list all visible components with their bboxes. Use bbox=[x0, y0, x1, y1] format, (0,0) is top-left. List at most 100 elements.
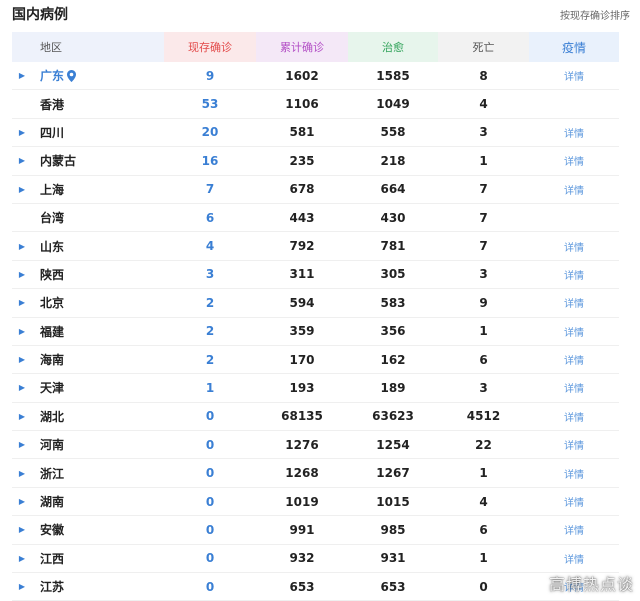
sort-by-current-link[interactable]: 按现存确诊排序 bbox=[560, 7, 630, 22]
current-cell: 2 bbox=[205, 324, 215, 339]
table-row[interactable]: ▶ 湖北 0 68135 63623 4512 详情 bbox=[12, 403, 619, 432]
current-cell: 6 bbox=[205, 210, 215, 225]
confirmed-cell: 581 bbox=[289, 125, 315, 140]
expand-arrow-icon[interactable]: ▶ bbox=[12, 355, 32, 364]
detail-link[interactable]: 详情 bbox=[564, 380, 584, 395]
col-header-region[interactable]: 地区 bbox=[12, 32, 164, 62]
expand-arrow-icon[interactable]: ▶ bbox=[12, 497, 32, 506]
expand-arrow-icon[interactable]: ▶ bbox=[12, 71, 32, 80]
expand-arrow-icon[interactable]: ▶ bbox=[12, 440, 32, 449]
confirmed-cell: 932 bbox=[289, 551, 315, 566]
table-row[interactable]: ▶ 内蒙古 16 235 218 1 详情 bbox=[12, 147, 619, 176]
expand-arrow-icon[interactable]: ▶ bbox=[12, 298, 32, 307]
detail-link[interactable]: 详情 bbox=[564, 466, 584, 481]
table-row[interactable]: ▶ 北京 2 594 583 9 详情 bbox=[12, 289, 619, 318]
dead-cell: 1 bbox=[479, 153, 488, 168]
expand-arrow-icon[interactable]: ▶ bbox=[12, 582, 32, 591]
expand-arrow-icon[interactable]: ▶ bbox=[12, 128, 32, 137]
expand-arrow-icon[interactable]: ▶ bbox=[12, 554, 32, 563]
region-cell: ▶ 山东 bbox=[12, 232, 164, 259]
table-row[interactable]: ▶ 安徽 0 991 985 6 详情 bbox=[12, 516, 619, 545]
col-header-dead[interactable]: 死亡 bbox=[438, 32, 529, 62]
table-row[interactable]: ▶ 海南 2 170 162 6 详情 bbox=[12, 346, 619, 375]
dead-cell: 7 bbox=[479, 210, 488, 225]
detail-link[interactable]: 详情 bbox=[564, 409, 584, 424]
region-name: 内蒙古 bbox=[40, 154, 77, 169]
region-name: 安徽 bbox=[40, 523, 65, 538]
col-header-detail: 疫情 bbox=[529, 32, 619, 62]
detail-link[interactable]: 详情 bbox=[564, 352, 584, 367]
col-header-confirmed[interactable]: 累计确诊 bbox=[256, 32, 348, 62]
region-name: 台湾 bbox=[40, 211, 65, 226]
detail-link[interactable]: 详情 bbox=[564, 522, 584, 537]
table-row[interactable]: ▶ 江苏 0 653 653 0 详情 bbox=[12, 573, 619, 601]
col-header-cured[interactable]: 治愈 bbox=[348, 32, 438, 62]
region-name: 广东 bbox=[40, 69, 65, 84]
current-cell: 0 bbox=[205, 522, 215, 537]
detail-link[interactable]: 详情 bbox=[564, 324, 584, 339]
region-name: 香港 bbox=[40, 97, 65, 112]
expand-arrow-icon[interactable]: ▶ bbox=[12, 525, 32, 534]
current-cell: 3 bbox=[205, 267, 215, 282]
detail-cell: 详情 bbox=[529, 62, 619, 89]
confirmed-cell: 653 bbox=[289, 579, 315, 594]
table-row[interactable]: ▶ 天津 1 193 189 3 详情 bbox=[12, 374, 619, 403]
detail-cell: 详情 bbox=[529, 403, 619, 430]
confirmed-cell: 170 bbox=[289, 352, 315, 367]
detail-link[interactable]: 详情 bbox=[564, 267, 584, 282]
expand-arrow-icon[interactable]: ▶ bbox=[12, 185, 32, 194]
confirmed-cell: 1019 bbox=[285, 494, 319, 509]
detail-link[interactable]: 详情 bbox=[564, 153, 584, 168]
region-name: 浙江 bbox=[40, 466, 65, 481]
dead-cell: 7 bbox=[479, 239, 488, 254]
expand-arrow-icon[interactable]: ▶ bbox=[12, 469, 32, 478]
table-row[interactable]: ▶ 上海 7 678 664 7 详情 bbox=[12, 176, 619, 204]
table-row[interactable]: ▶ 浙江 0 1268 1267 1 详情 bbox=[12, 459, 619, 488]
current-cell: 2 bbox=[205, 352, 215, 367]
expand-arrow-icon[interactable]: ▶ bbox=[12, 383, 32, 392]
table-row[interactable]: ▶ 河南 0 1276 1254 22 详情 bbox=[12, 431, 619, 460]
expand-arrow-icon[interactable]: ▶ bbox=[12, 327, 32, 336]
dead-cell: 3 bbox=[479, 125, 488, 140]
table-row[interactable]: ▶ 广东 9 1602 1585 8 详情 bbox=[12, 62, 619, 91]
table-row[interactable]: ▶ 福建 2 359 356 1 详情 bbox=[12, 318, 619, 346]
detail-link[interactable]: 详情 bbox=[564, 551, 584, 566]
detail-link[interactable]: 详情 bbox=[564, 494, 584, 509]
table-row[interactable]: ▶ 江西 0 932 931 1 详情 bbox=[12, 545, 619, 574]
expand-arrow-icon[interactable]: ▶ bbox=[12, 270, 32, 279]
detail-link[interactable]: 详情 bbox=[564, 68, 584, 83]
table-row[interactable]: ▶ 四川 20 581 558 3 详情 bbox=[12, 119, 619, 148]
dead-cell: 8 bbox=[479, 68, 488, 83]
detail-cell: 详情 bbox=[529, 488, 619, 515]
detail-link[interactable]: 详情 bbox=[564, 295, 584, 310]
expand-arrow-icon[interactable]: ▶ bbox=[12, 242, 32, 251]
detail-link[interactable]: 详情 bbox=[564, 182, 584, 197]
cured-cell: 985 bbox=[380, 522, 406, 537]
dead-cell: 1 bbox=[479, 466, 488, 481]
current-cell: 20 bbox=[201, 125, 219, 140]
expand-arrow-icon[interactable]: ▶ bbox=[12, 156, 32, 165]
region-cell: ▶ 天津 bbox=[12, 374, 164, 401]
cured-cell: 430 bbox=[380, 210, 406, 225]
detail-link[interactable]: 详情 bbox=[564, 239, 584, 254]
cured-cell: 305 bbox=[380, 267, 406, 282]
table-row[interactable]: ▶ 山东 4 792 781 7 详情 bbox=[12, 232, 619, 261]
cured-cell: 664 bbox=[380, 182, 406, 197]
region-cell: 香港 bbox=[12, 90, 164, 117]
region-name: 上海 bbox=[40, 182, 65, 197]
expand-arrow-icon[interactable]: ▶ bbox=[12, 412, 32, 421]
region-cell: ▶ 四川 bbox=[12, 119, 164, 146]
cured-cell: 162 bbox=[380, 352, 406, 367]
current-cell: 16 bbox=[201, 153, 219, 168]
dead-cell: 1 bbox=[479, 551, 488, 566]
table-row[interactable]: ▶ 湖南 0 1019 1015 4 详情 bbox=[12, 488, 619, 517]
region-name: 湖北 bbox=[40, 409, 65, 424]
detail-link[interactable]: 详情 bbox=[564, 437, 584, 452]
dead-cell: 22 bbox=[475, 437, 492, 452]
confirmed-cell: 678 bbox=[289, 182, 315, 197]
current-cell: 2 bbox=[205, 295, 215, 310]
col-header-current[interactable]: 现存确诊 bbox=[164, 32, 256, 62]
detail-link[interactable]: 详情 bbox=[564, 125, 584, 140]
dead-cell: 4 bbox=[479, 494, 488, 509]
table-row[interactable]: ▶ 陕西 3 311 305 3 详情 bbox=[12, 261, 619, 290]
